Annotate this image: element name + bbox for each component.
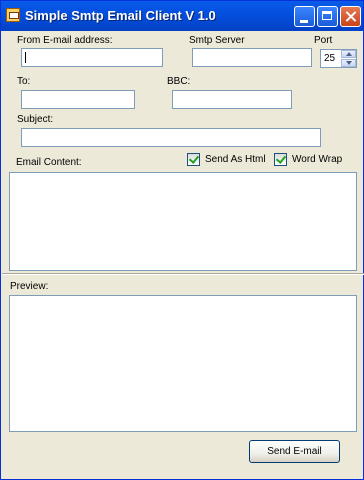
preview-pane[interactable] [9,295,357,432]
word-wrap-checkbox[interactable] [274,153,287,166]
from-email-input[interactable] [21,48,163,67]
maximize-button[interactable] [317,6,338,27]
bbc-input[interactable] [172,90,292,109]
window-title: Simple Smtp Email Client V 1.0 [25,8,216,23]
subject-input[interactable] [21,128,321,147]
preview-label: Preview: [10,281,49,292]
port-value: 25 [324,53,336,64]
smtp-server-input[interactable] [192,48,312,67]
email-content-label: Email Content: [16,157,82,168]
word-wrap-label[interactable]: Word Wrap [292,154,342,165]
title-bar[interactable]: Simple Smtp Email Client V 1.0 [1,1,363,31]
port-label: Port [314,35,333,46]
app-icon[interactable] [6,8,20,22]
email-content-textarea[interactable] [9,172,357,271]
send-as-html-label[interactable]: Send As Html [205,154,266,165]
to-label: To: [17,76,31,87]
send-email-button[interactable]: Send E-mail [249,440,340,463]
minimize-button[interactable] [294,6,315,27]
to-input[interactable] [21,90,135,109]
port-spinner[interactable]: 25 [320,49,357,68]
text-caret [25,52,26,63]
spin-down-icon[interactable] [341,59,356,67]
close-button[interactable] [340,6,361,27]
subject-label: Subject: [17,114,54,125]
send-as-html-checkbox[interactable] [187,153,200,166]
bbc-label: BBC: [167,76,191,87]
splitter[interactable] [2,273,364,275]
from-label: From E-mail address: [17,35,113,46]
smtp-server-label: Smtp Server [189,35,245,46]
app-window: Simple Smtp Email Client V 1.0 From E-ma… [0,0,364,480]
spin-up-icon[interactable] [341,50,356,58]
